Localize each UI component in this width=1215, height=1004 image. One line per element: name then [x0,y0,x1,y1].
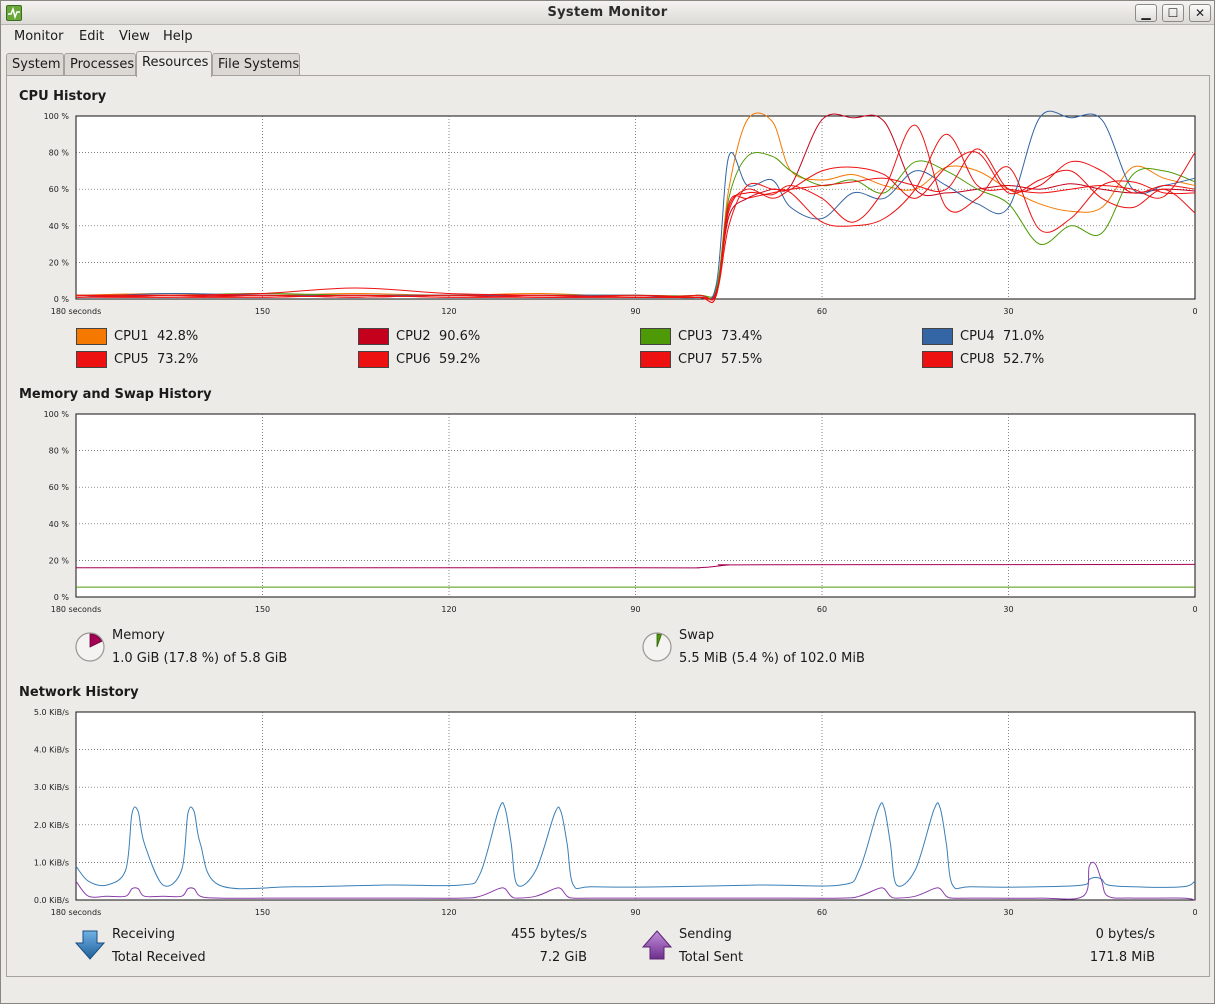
tab-file-systems[interactable]: File Systems [212,53,300,76]
network-y-tick-label: 3.0 KiB/s [34,783,69,792]
network-x-tick-label: 120 [441,908,456,917]
receiving-arrow-icon[interactable] [74,929,106,961]
network-y-tick-label: 0.0 KiB/s [34,896,69,905]
maximize-icon: ☐ [1167,6,1179,20]
network-x-tick-label: 90 [630,908,640,917]
total-received-value: 7.2 GiB [539,950,587,965]
network-x-tick-label: 0 [1192,908,1197,917]
network-y-tick-label: 2.0 KiB/s [34,821,69,830]
title-bar[interactable]: System Monitor ▁ ☐ ✕ [1,1,1214,25]
menu-monitor[interactable]: Monitor [14,29,63,44]
network-y-tick-label: 1.0 KiB/s [34,858,69,867]
minimize-icon: ▁ [1141,6,1151,20]
minimize-button[interactable]: ▁ [1135,4,1157,22]
network-y-tick-label: 4.0 KiB/s [34,746,69,755]
menu-bar: Monitor Edit View Help [1,26,1214,50]
menu-edit[interactable]: Edit [79,29,104,44]
sending-label: Sending [679,927,732,942]
sending-arrow-icon[interactable] [641,929,673,961]
system-monitor-window: System Monitor ▁ ☐ ✕ Monitor Edit View H… [0,0,1215,1004]
receiving-value: 455 bytes/s [511,927,587,942]
status-bar [6,980,1210,1000]
close-icon: ✕ [1194,6,1206,20]
network-x-tick-label: 180 seconds [51,908,102,917]
network-x-tick-label: 60 [817,908,827,917]
sending-value: 0 bytes/s [1095,927,1155,942]
network-y-tick-label: 5.0 KiB/s [34,708,69,717]
maximize-button[interactable]: ☐ [1162,4,1184,22]
window-title: System Monitor [547,5,668,20]
menu-help[interactable]: Help [163,29,193,44]
network-history-graph: 5.0 KiB/s 4.0 KiB/s 3.0 KiB/s 2.0 KiB/s 1.0 … [34,708,1198,917]
tab-resources[interactable]: Resources [136,51,212,77]
total-sent-value: 171.8 MiB [1089,950,1155,965]
resources-panel: CPU History 100 % 80 % 60 % 40 % 20 % 0 % 180 … [6,75,1210,977]
network-x-tick-label: 30 [1003,908,1013,917]
close-button[interactable]: ✕ [1189,4,1211,22]
receiving-label: Receiving [112,927,176,942]
menu-view[interactable]: View [119,29,150,44]
network-x-tick-label: 150 [255,908,270,917]
total-received-label: Total Received [112,950,206,965]
tab-processes[interactable]: Processes [64,53,136,76]
tab-system[interactable]: System [6,53,64,76]
total-sent-label: Total Sent [679,950,744,965]
